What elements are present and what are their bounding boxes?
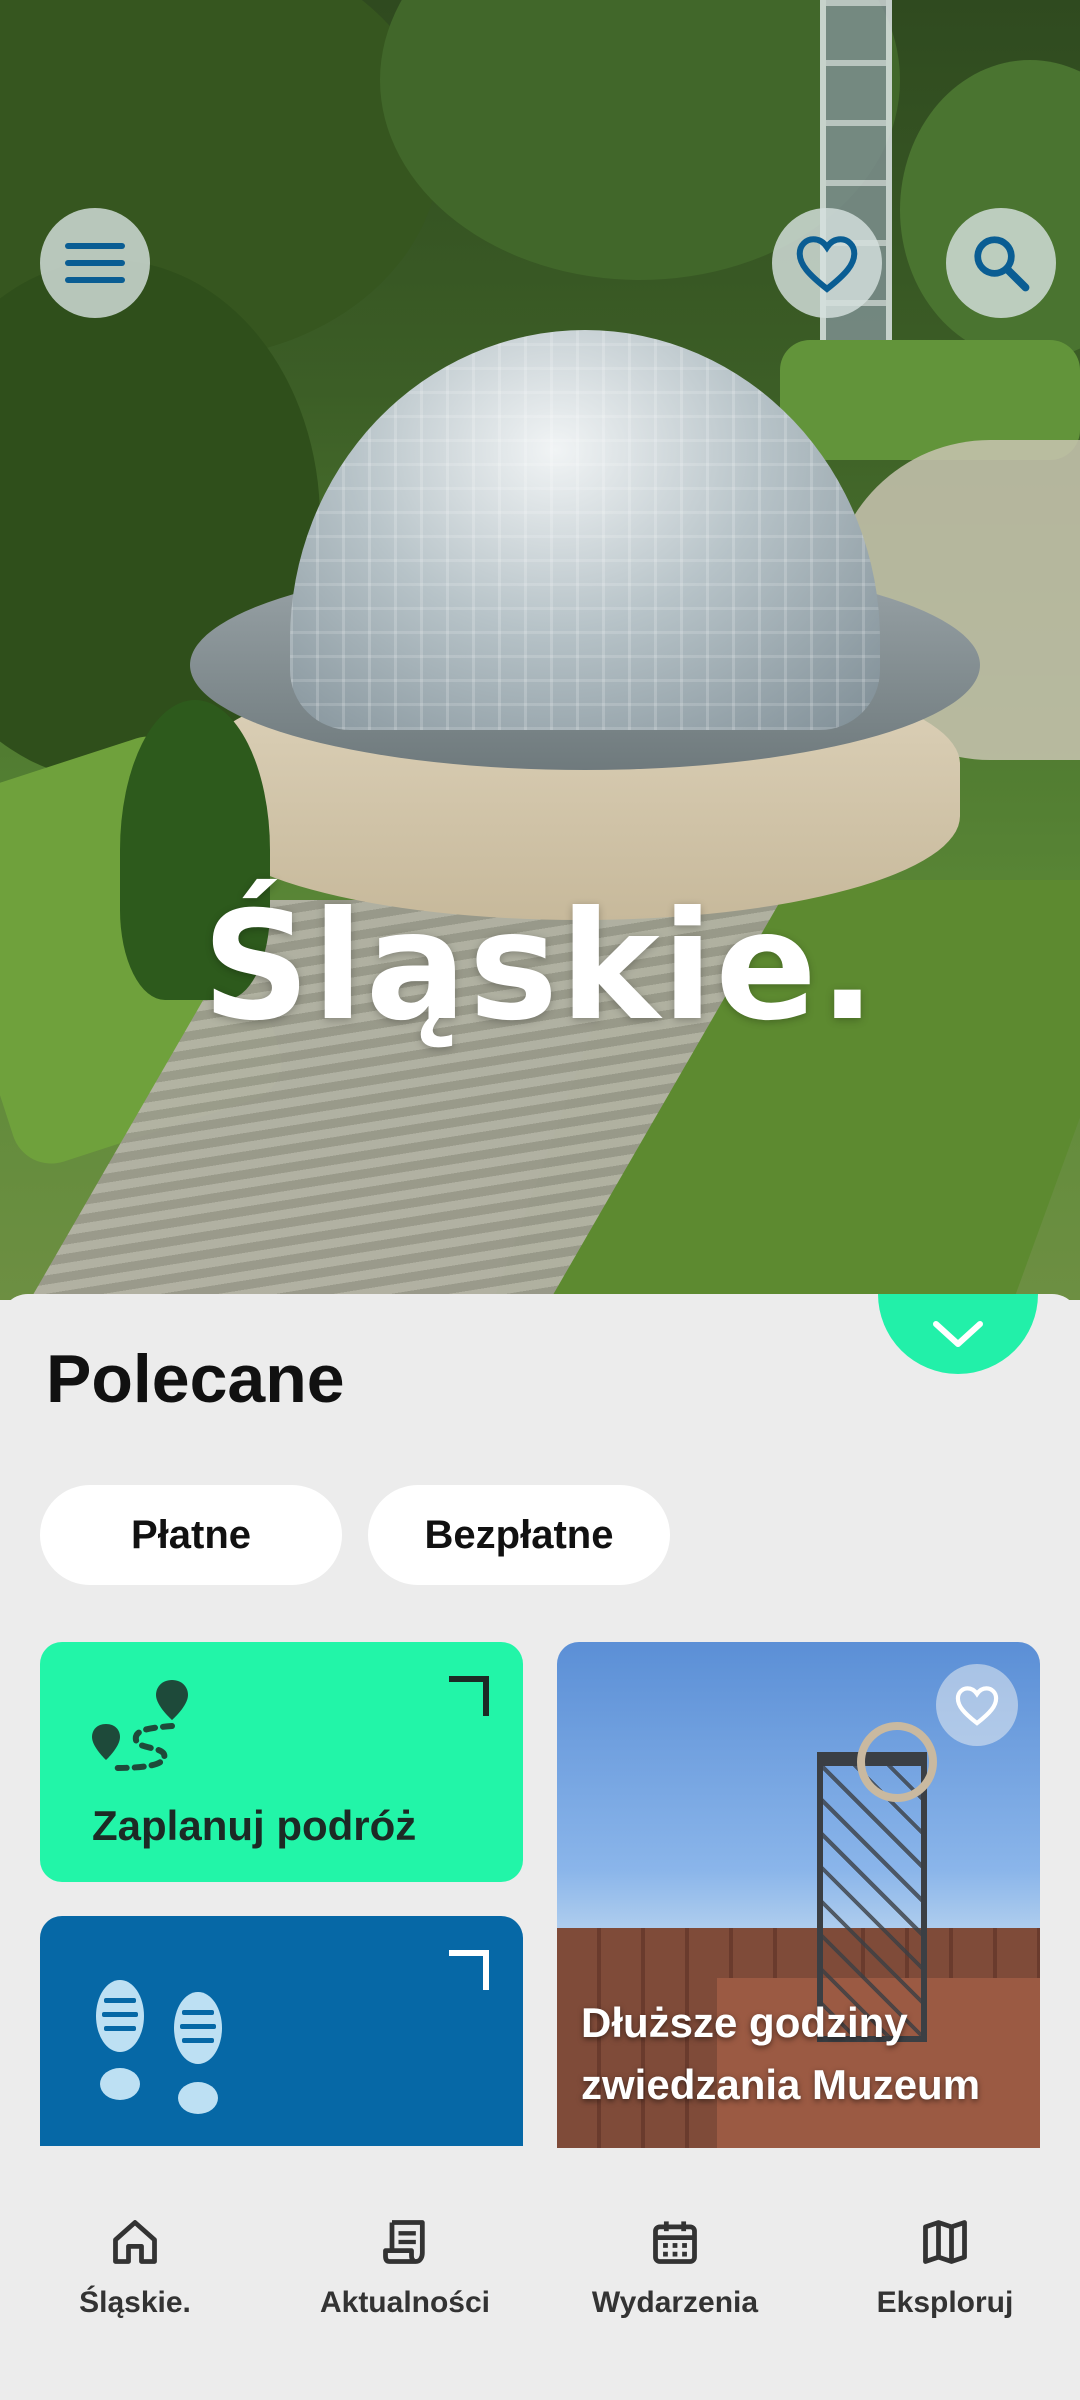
heart-icon xyxy=(955,1686,999,1726)
favorites-button[interactable] xyxy=(772,208,882,318)
filter-chip-free[interactable]: Bezpłatne xyxy=(368,1485,670,1585)
news-icon xyxy=(383,2220,425,2264)
nav-item-events[interactable]: Wydarzenia xyxy=(545,2216,805,2400)
map-icon xyxy=(923,2220,967,2264)
home-icon xyxy=(113,2220,157,2264)
calendar-icon xyxy=(653,2221,697,2264)
hamburger-icon xyxy=(65,243,125,283)
nav-item-explore[interactable]: Eksploruj xyxy=(815,2216,1075,2400)
filter-chip-paid[interactable]: Płatne xyxy=(40,1485,342,1585)
walks-card[interactable] xyxy=(40,1916,523,2146)
expand-corner-icon xyxy=(449,1676,489,1716)
expand-corner-icon xyxy=(449,1950,489,1990)
plan-trip-label: Zaplanuj podróż xyxy=(92,1802,417,1849)
museum-hours-card[interactable]: Dłuższe godziny zwiedzania Muzeum xyxy=(557,1642,1040,2148)
chevron-down-icon xyxy=(933,1321,983,1347)
nav-label: Wydarzenia xyxy=(591,2286,759,2319)
section-title: Polecane xyxy=(46,1341,345,1417)
nav-label: Aktualności xyxy=(319,2286,491,2319)
hero-image: Śląskie. xyxy=(0,0,1080,1300)
nav-item-home[interactable]: Śląskie. xyxy=(5,2216,265,2400)
nav-label: Eksploruj xyxy=(876,2286,1014,2319)
nav-label: Śląskie. xyxy=(79,2286,191,2319)
museum-card-label: Dłuższe godziny zwiedzania Muzeum xyxy=(581,1999,981,2108)
nav-item-news[interactable]: Aktualności xyxy=(275,2216,535,2400)
brand-title: Śląskie. xyxy=(202,880,878,1054)
tower xyxy=(820,0,892,380)
search-button[interactable] xyxy=(946,208,1056,318)
bottom-navigation: Śląskie. Aktualności Wydarzenia Eksploru… xyxy=(0,2148,1080,2400)
favorite-button[interactable] xyxy=(936,1664,1018,1746)
mine-wheel xyxy=(857,1722,937,1802)
search-icon xyxy=(974,236,1030,292)
route-pins-icon xyxy=(92,1680,188,1771)
plan-trip-card[interactable]: Zaplanuj podróż xyxy=(40,1642,523,1882)
heart-icon xyxy=(796,236,858,293)
menu-button[interactable] xyxy=(40,208,150,318)
footprints-icon xyxy=(96,1980,222,2114)
